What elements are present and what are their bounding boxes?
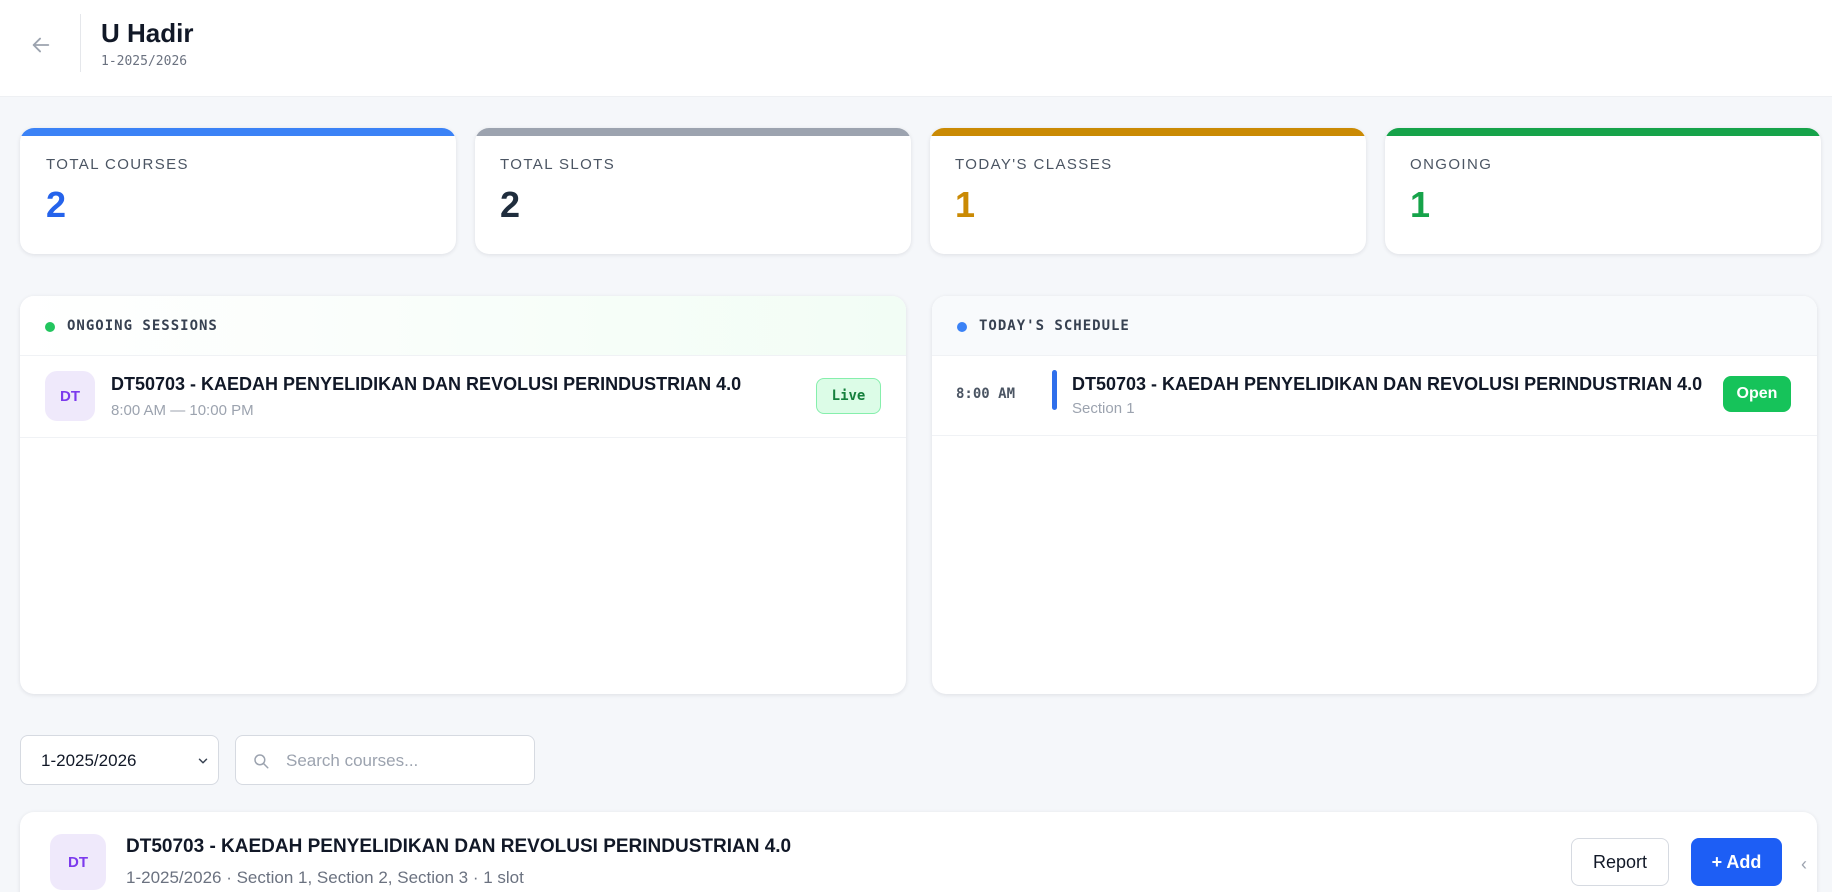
todays-schedule-panel: TODAY'S SCHEDULE 8:00 AM DT50703 - KAEDA… <box>932 296 1817 694</box>
schedule-section: Section 1 <box>1072 400 1135 417</box>
report-button[interactable]: Report <box>1571 838 1669 886</box>
course-avatar: DT <box>45 371 95 421</box>
semester-select-value: 1-2025/2026 <box>41 751 137 770</box>
ongoing-session-item[interactable]: DT DT50703 - KAEDAH PENYELIDIKAN DAN REV… <box>20 356 906 438</box>
stat-accent-bar <box>20 128 456 136</box>
panel-title: ONGOING SESSIONS <box>67 318 218 334</box>
stat-value: 2 <box>500 184 521 225</box>
session-course-title: DT50703 - KAEDAH PENYELIDIKAN DAN REVOLU… <box>111 374 742 394</box>
course-title: DT50703 - KAEDAH PENYELIDIKAN DAN REVOLU… <box>126 836 792 857</box>
header-divider <box>80 14 81 72</box>
page-title: U Hadir <box>101 18 194 48</box>
stat-card-total-slots <box>475 128 911 254</box>
course-meta: 1-2025/2026 · Section 1, Section 2, Sect… <box>126 868 524 887</box>
course-card: DT DT50703 - KAEDAH PENYELIDIKAN DAN REV… <box>20 812 1817 892</box>
stat-label: TOTAL SLOTS <box>500 156 616 173</box>
status-dot-icon <box>45 322 55 332</box>
panel-header: ONGOING SESSIONS <box>20 296 906 356</box>
panel-header: TODAY'S SCHEDULE <box>932 296 1817 356</box>
search-box <box>235 735 535 785</box>
add-button[interactable]: + Add <box>1691 838 1782 886</box>
back-button[interactable] <box>26 30 56 60</box>
course-avatar: DT <box>50 834 106 890</box>
stat-value: 1 <box>955 184 976 225</box>
stat-value: 2 <box>46 184 67 225</box>
arrow-left-icon <box>32 37 50 53</box>
panel-title: TODAY'S SCHEDULE <box>979 318 1130 334</box>
chevron-down-icon <box>198 758 208 764</box>
open-session-button[interactable]: Open <box>1723 376 1791 412</box>
search-icon <box>254 754 269 769</box>
page-subtitle: 1-2025/2026 <box>101 54 188 69</box>
stat-label: ONGOING <box>1410 156 1493 173</box>
stat-label: TODAY'S CLASSES <box>955 156 1113 173</box>
schedule-accent-bar <box>1052 370 1057 410</box>
app-header: U Hadir 1-2025/2026 <box>0 0 1832 97</box>
stat-card-todays-classes <box>930 128 1366 254</box>
stat-accent-bar <box>1385 128 1821 136</box>
stat-value: 1 <box>1410 184 1431 225</box>
schedule-time: 8:00 AM <box>956 386 1016 402</box>
status-dot-icon <box>957 322 967 332</box>
live-badge: Live <box>816 378 881 414</box>
session-time: 8:00 AM — 10:00 PM <box>111 402 254 419</box>
stat-accent-bar <box>475 128 911 136</box>
search-input[interactable] <box>286 748 516 774</box>
semester-select[interactable]: 1-2025/2026 <box>20 735 219 785</box>
chevron-left-icon[interactable]: ‹ <box>1801 854 1807 875</box>
stat-card-ongoing <box>1385 128 1821 254</box>
schedule-course-title: DT50703 - KAEDAH PENYELIDIKAN DAN REVOLU… <box>1072 374 1703 394</box>
stat-accent-bar <box>930 128 1366 136</box>
stat-label: TOTAL COURSES <box>46 156 189 173</box>
stat-card-total-courses <box>20 128 456 254</box>
schedule-item: 8:00 AM DT50703 - KAEDAH PENYELIDIKAN DA… <box>932 356 1817 436</box>
ongoing-sessions-panel: ONGOING SESSIONS DT DT50703 - KAEDAH PEN… <box>20 296 906 694</box>
